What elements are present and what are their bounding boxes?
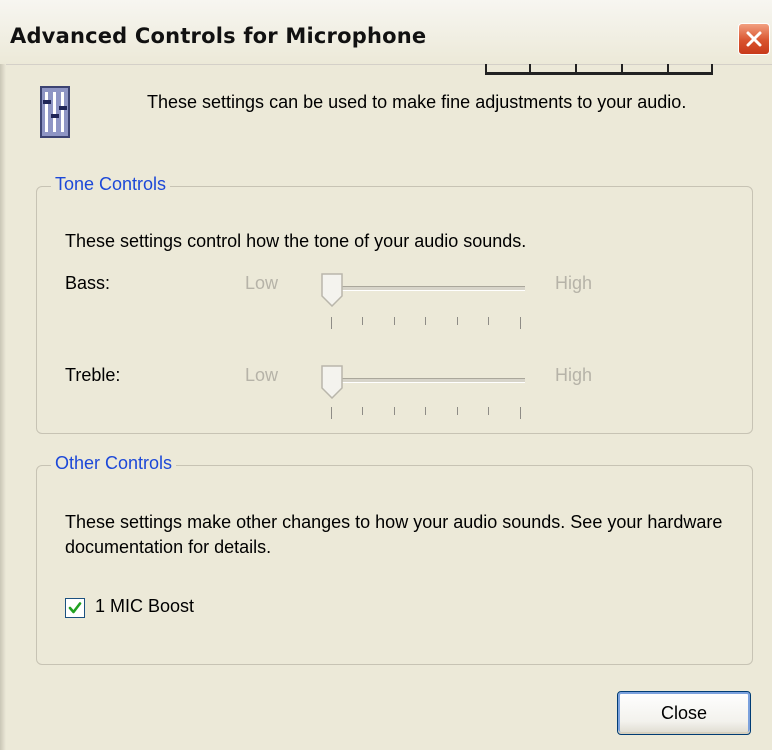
header-divider bbox=[485, 64, 713, 75]
close-icon[interactable] bbox=[738, 23, 770, 55]
dialog-window: Advanced Controls for Microphone These s… bbox=[0, 0, 772, 750]
tone-controls-group: Tone Controls These settings control how… bbox=[36, 174, 753, 434]
bass-slider-ticks bbox=[331, 317, 521, 329]
treble-slider-thumb[interactable] bbox=[321, 365, 343, 399]
bass-low-label: Low bbox=[245, 273, 279, 293]
bass-label: Bass: bbox=[65, 273, 111, 293]
treble-slider-track[interactable] bbox=[323, 378, 525, 383]
title-bar[interactable]: Advanced Controls for Microphone bbox=[0, 0, 772, 65]
window-border bbox=[0, 64, 6, 750]
mic-boost-label[interactable]: 1 MIC Boost bbox=[95, 596, 194, 617]
tone-controls-label: Tone Controls bbox=[51, 174, 171, 195]
bass-slider-thumb[interactable] bbox=[321, 273, 343, 307]
checkmark-icon bbox=[68, 602, 82, 614]
mic-boost-checkbox[interactable] bbox=[65, 598, 85, 618]
other-controls-description: These settings make other changes to how… bbox=[65, 512, 723, 557]
treble-low-label: Low bbox=[245, 365, 279, 385]
bass-slider-track[interactable] bbox=[323, 286, 525, 291]
tone-controls-description: These settings control how the tone of y… bbox=[65, 231, 527, 251]
close-button[interactable]: Close bbox=[617, 691, 751, 735]
treble-high-label: High bbox=[555, 365, 593, 385]
other-controls-group: Other Controls These settings make other… bbox=[36, 453, 753, 665]
other-controls-label: Other Controls bbox=[51, 453, 177, 474]
treble-slider-ticks bbox=[331, 407, 521, 419]
mixer-settings-icon bbox=[40, 86, 70, 138]
bass-high-label: High bbox=[555, 273, 593, 293]
treble-label: Treble: bbox=[65, 365, 121, 385]
header-description: These settings can be used to make fine … bbox=[147, 92, 687, 112]
window-title: Advanced Controls for Microphone bbox=[10, 24, 427, 48]
